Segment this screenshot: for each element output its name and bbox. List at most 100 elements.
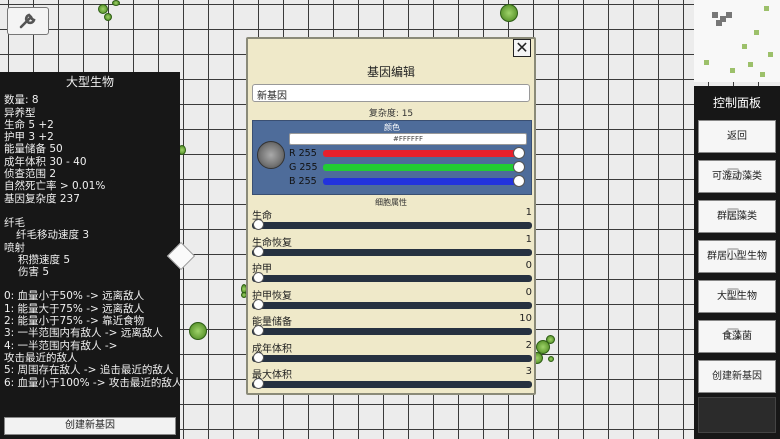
red-slider[interactable] [323, 150, 519, 157]
attribute-slider-knob[interactable] [253, 325, 264, 336]
organism-blob [104, 13, 112, 21]
button-label: 食藻菌 [722, 331, 752, 342]
info-line: 自然死亡率 > 0.01% [4, 180, 106, 193]
green-slider-knob[interactable] [513, 161, 525, 173]
large-organism-button[interactable]: 大型生物 [698, 280, 776, 313]
flagella-label: 纤毛 [4, 216, 25, 229]
minimap-marker [764, 6, 769, 11]
attribute-slider[interactable] [252, 301, 532, 309]
behavior-rule: 5: 周围存在敌人 -> 追击最近的敌人 [4, 364, 174, 377]
organism-info-panel: 大型生物 数量: 8 异养型 生命 5 +2 护甲 3 +2 能量储备 50 成… [0, 72, 183, 439]
minimap[interactable] [694, 0, 780, 82]
colony-algae-button[interactable]: 群居藻类 [698, 200, 776, 233]
info-line: 能量储备 50 [4, 143, 63, 156]
gene-editor-dialog: ✕ 基因编辑 新基因 复杂度: 15 颜色 #FFFFFF R 255 G 25… [246, 37, 536, 395]
attribute-slider-knob[interactable] [253, 378, 264, 389]
minimap-marker [760, 72, 765, 77]
back-button[interactable]: 返回 [698, 120, 776, 153]
green-label: G 255 [289, 162, 318, 173]
organism-blob [546, 335, 555, 344]
attribute-slider[interactable] [252, 354, 532, 362]
spray-damage: 伤害 5 [18, 266, 50, 279]
spray-speed: 积攒速度 5 [18, 253, 71, 266]
attribute-value: 2 [525, 339, 532, 351]
attribute-slider[interactable] [252, 275, 532, 282]
behavior-rule: 0: 血量小于50% -> 远离敌人 [4, 290, 145, 303]
attribute-value: 3 [525, 366, 532, 377]
colony-small-organism-button[interactable]: 群居小型生物 [698, 240, 776, 273]
create-gene-button[interactable]: 创建新基因 [4, 417, 176, 435]
organism-blob [500, 4, 518, 22]
minimap-marker [712, 12, 718, 18]
minimap-marker [704, 60, 709, 65]
attribute-slider-knob[interactable] [253, 245, 264, 257]
behavior-rule: 2: 能量小于75% -> 靠近食物 [4, 315, 145, 328]
attribute-slider[interactable] [252, 222, 532, 229]
info-line: 基因复杂度 237 [4, 192, 80, 205]
minimap-marker [754, 30, 759, 35]
dialog-title: 基因编辑 [366, 65, 415, 79]
minimap-marker [768, 52, 773, 57]
blue-slider[interactable] [323, 178, 519, 185]
complexity-label: 复杂度: 15 [368, 109, 414, 119]
attribute-value: 1 [525, 233, 532, 245]
color-section: 颜色 #FFFFFF R 255 G 255 B 255 [252, 120, 532, 195]
attribute-slider[interactable] [252, 248, 532, 256]
attribute-row: 生命恢复 1 [252, 234, 532, 261]
button-label: 大型生物 [717, 291, 757, 302]
behavior-rule: 6: 血量小于100% -> 攻击最近的敌人 [4, 376, 183, 389]
attribute-slider-knob[interactable] [253, 219, 264, 230]
behavior-rule: 攻击最近的敌人 [4, 351, 78, 364]
button-label: 群居藻类 [717, 211, 757, 222]
attribute-list: 生命 1 生命恢复 1 护甲 0 护甲恢复 0 能量储备 10 成年体积 2 最… [252, 207, 532, 393]
button-label: 群居小型生物 [707, 251, 767, 262]
info-line: 成年体积 30 - 40 [4, 155, 87, 168]
wrench-icon [19, 13, 36, 29]
hex-color-input[interactable]: #FFFFFF [289, 133, 527, 145]
gene-name-input[interactable]: 新基因 [252, 84, 530, 102]
flagella-speed: 纤毛移动速度 3 [16, 229, 90, 242]
minimap-marker [730, 68, 735, 73]
behavior-rule: 4: 一半范围内有敌人 -> [4, 339, 118, 352]
algae-eater-button[interactable]: 食藻菌 [698, 320, 776, 353]
attribute-value: 0 [525, 286, 532, 298]
behavior-rule: 1: 能量大于75% -> 远离敌人 [4, 302, 145, 315]
red-label: R 255 [289, 148, 317, 159]
attribute-row: 护甲恢复 0 [252, 287, 532, 314]
panel-title: 大型生物 [65, 75, 114, 89]
close-button[interactable]: ✕ [513, 39, 531, 57]
attribute-row: 成年体积 2 [252, 340, 532, 367]
swimming-algae-button[interactable]: 可游动藻类 [698, 160, 776, 193]
create-new-gene-button[interactable]: 创建新基因 [698, 360, 776, 393]
attribute-slider-knob[interactable] [253, 351, 264, 363]
attribute-slider-knob[interactable] [253, 272, 264, 283]
attribute-value: 1 [525, 207, 532, 218]
spray-label: 喷射 [4, 241, 25, 254]
minimap-marker [748, 62, 753, 67]
blue-slider-row: B 255 [289, 175, 529, 188]
attribute-slider[interactable] [252, 328, 532, 335]
control-panel: 控制面板 返回 可游动藻类 群居藻类 群居小型生物 大型生物 食藻菌 创建新基因 [694, 86, 780, 439]
info-line: 侦查范围 2 [4, 168, 57, 181]
minimap-marker [716, 20, 722, 26]
red-slider-knob[interactable] [513, 147, 525, 159]
attribute-row: 能量储备 10 [252, 313, 532, 340]
attribute-value: 10 [519, 313, 532, 324]
green-slider[interactable] [323, 164, 519, 171]
minimap-marker [726, 12, 732, 18]
tool-button[interactable] [7, 7, 49, 35]
control-panel-title: 控制面板 [712, 96, 761, 110]
blue-slider-knob[interactable] [513, 175, 525, 187]
attribute-slider-knob[interactable] [253, 298, 264, 310]
info-line: 护甲 3 +2 [4, 131, 54, 144]
attribute-value: 0 [525, 260, 532, 271]
info-line: 生命 5 +2 [4, 118, 54, 131]
color-label: 颜色 [384, 123, 400, 132]
organism-blob [112, 0, 120, 6]
green-slider-row: G 255 [289, 161, 529, 174]
attribute-row: 最大体积 3 [252, 366, 532, 393]
behavior-rule: 3: 一半范围内有敌人 -> 远离敌人 [4, 327, 163, 340]
attribute-row: 生命 1 [252, 207, 532, 234]
attribute-slider[interactable] [252, 381, 532, 388]
attribute-row: 护甲 0 [252, 260, 532, 287]
